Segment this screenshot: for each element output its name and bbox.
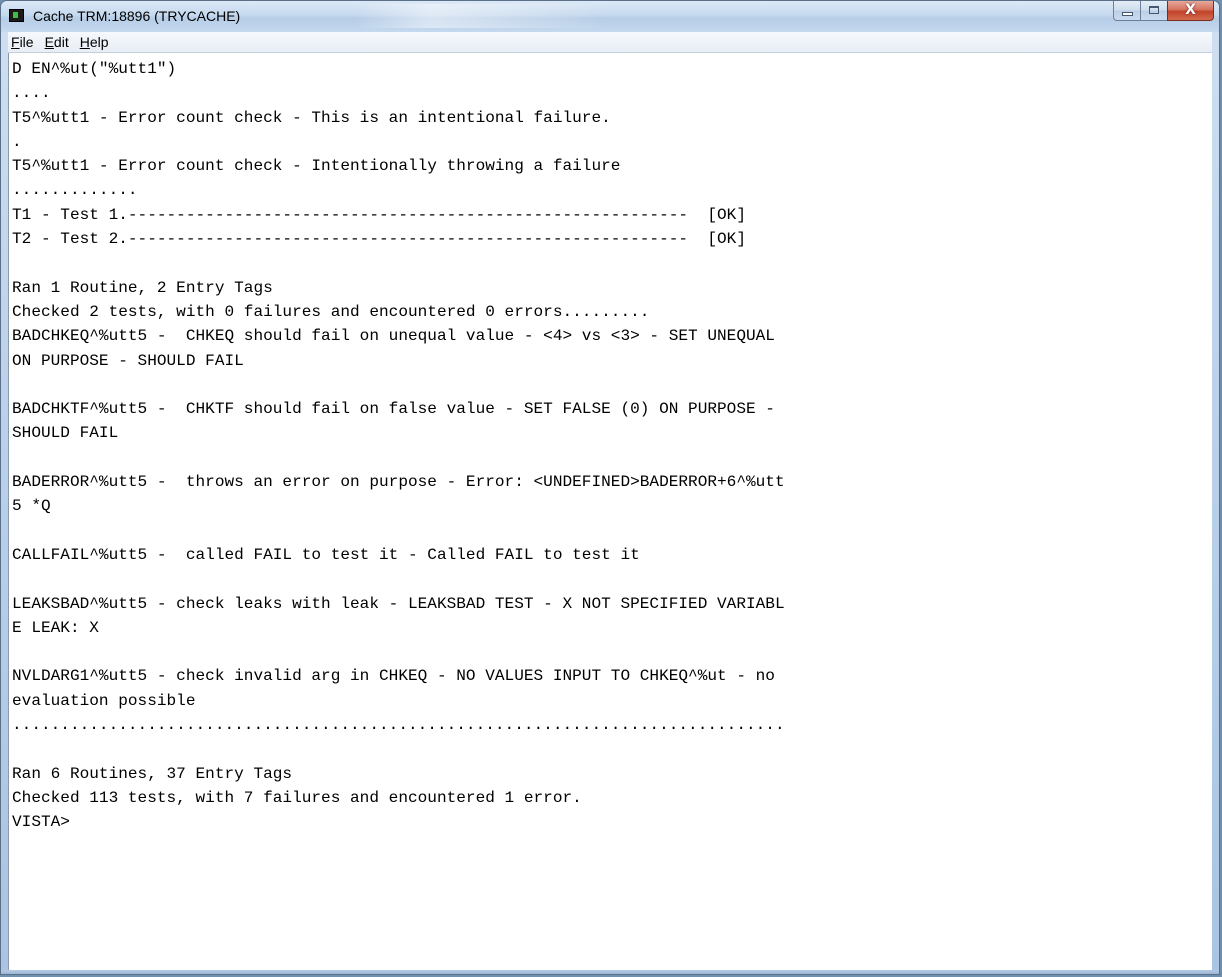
close-button[interactable]: X xyxy=(1167,1,1214,21)
menu-bar: File Edit Help xyxy=(8,32,1212,53)
terminal-line: ........................................… xyxy=(12,716,785,735)
close-icon: X xyxy=(1185,2,1196,18)
title-bar[interactable]: Cache TRM:18896 (TRYCACHE) X xyxy=(1,1,1219,32)
window-title: Cache TRM:18896 (TRYCACHE) xyxy=(33,8,241,24)
terminal-line: E LEAK: X xyxy=(12,618,99,637)
terminal-line: T2 - Test 2.----------------------------… xyxy=(12,230,746,249)
minimize-icon xyxy=(1123,13,1132,15)
menu-edit[interactable]: Edit xyxy=(39,34,74,50)
terminal-line: T5^%utt1 - Error count check - Intention… xyxy=(12,157,621,176)
terminal-line: SHOULD FAIL xyxy=(12,424,119,443)
title-bar-highlight xyxy=(356,4,606,28)
terminal-window: Cache TRM:18896 (TRYCACHE) X File Edit H… xyxy=(0,0,1220,975)
terminal-line: BADCHKEQ^%utt5 - CHKEQ should fail on un… xyxy=(12,327,775,346)
minimize-button[interactable] xyxy=(1113,1,1140,21)
maximize-icon xyxy=(1149,6,1159,14)
terminal-line: T5^%utt1 - Error count check - This is a… xyxy=(12,108,611,127)
terminal-app-icon[interactable] xyxy=(9,9,24,22)
terminal-line: VISTA> xyxy=(12,813,70,832)
terminal-line: T1 - Test 1.----------------------------… xyxy=(12,205,746,224)
terminal-line: Ran 6 Routines, 37 Entry Tags xyxy=(12,764,293,783)
terminal-line: evaluation possible xyxy=(12,691,196,710)
terminal-line: ............. xyxy=(12,181,138,200)
caption-buttons: X xyxy=(1113,1,1214,22)
terminal-line: 5 *Q xyxy=(12,497,51,516)
menu-file[interactable]: File xyxy=(8,34,39,50)
terminal-line: Ran 1 Routine, 2 Entry Tags xyxy=(12,278,273,297)
terminal-line: Checked 2 tests, with 0 failures and enc… xyxy=(12,302,650,321)
terminal-line: LEAKSBAD^%utt5 - check leaks with leak -… xyxy=(12,594,785,613)
menu-help[interactable]: Help xyxy=(74,34,114,50)
terminal-line: .... xyxy=(12,84,51,103)
terminal-line: BADERROR^%utt5 - throws an error on purp… xyxy=(12,473,785,492)
window-frame-bottom xyxy=(1,970,1219,974)
terminal-line: NVLDARG1^%utt5 - check invalid arg in CH… xyxy=(12,667,775,686)
terminal-line: D EN^%ut("%utt1") xyxy=(12,60,177,78)
terminal-line: ON PURPOSE - SHOULD FAIL xyxy=(12,351,244,370)
terminal-line: BADCHKTF^%utt5 - CHKTF should fail on fa… xyxy=(12,400,775,419)
terminal-line: CALLFAIL^%utt5 - called FAIL to test it … xyxy=(12,545,640,564)
maximize-button[interactable] xyxy=(1140,1,1167,21)
terminal-lines: D EN^%ut("%utt1").... T5^%utt1 - Error co… xyxy=(12,57,1212,835)
terminal-output[interactable]: D EN^%ut("%utt1").... T5^%utt1 - Error co… xyxy=(8,53,1212,974)
terminal-line: . xyxy=(12,132,22,151)
terminal-line: Checked 113 tests, with 7 failures and e… xyxy=(12,788,582,807)
